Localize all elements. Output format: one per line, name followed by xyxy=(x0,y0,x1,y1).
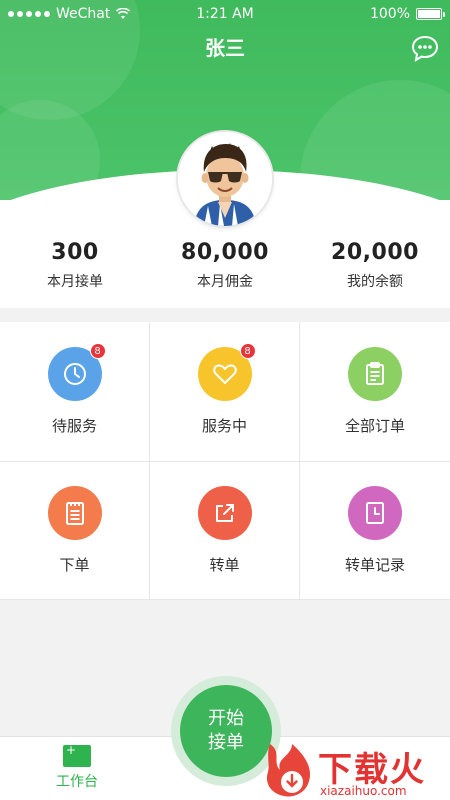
stat-label: 本月接单 xyxy=(47,274,103,290)
notepad-icon xyxy=(65,502,84,525)
start-button-line1: 开始 xyxy=(208,708,244,729)
watermark: 下载火 xiazaihuo.com xyxy=(262,740,450,800)
menu-item-place-order[interactable]: 下单 xyxy=(0,462,150,600)
menu-icon-circle xyxy=(348,347,402,401)
start-accept-button[interactable]: 开始 接单 xyxy=(180,685,272,777)
menu-icon-circle: 8 xyxy=(197,343,256,401)
notification-badge: 8 xyxy=(89,343,106,359)
signal-icon xyxy=(8,11,50,17)
stat-value: 80,000 xyxy=(181,240,269,265)
menu-item-label: 转单 xyxy=(209,556,240,574)
wifi-icon xyxy=(116,8,131,19)
clipboard-icon xyxy=(366,362,384,385)
battery-percent: 100% xyxy=(369,6,410,22)
menu-item-all-orders[interactable]: 全部订单 xyxy=(300,322,450,462)
avatar[interactable] xyxy=(178,132,272,226)
carrier-label: WeChat xyxy=(56,6,111,22)
battery-icon xyxy=(416,8,445,20)
stat-label: 我的余额 xyxy=(347,274,403,290)
menu-item-in-service[interactable]: 8 服务中 xyxy=(150,322,300,462)
menu-icon-circle xyxy=(348,486,402,540)
record-icon xyxy=(366,502,384,524)
clock-icon xyxy=(63,363,86,385)
menu-item-label: 服务中 xyxy=(201,417,247,435)
menu-item-label: 下单 xyxy=(59,556,90,574)
watermark-url: xiazaihuo.com xyxy=(320,784,407,798)
stat-value: 20,000 xyxy=(331,240,419,265)
menu-item-label: 转单记录 xyxy=(344,556,405,574)
chat-bubble-icon xyxy=(411,35,439,63)
menu-item-transfer-order[interactable]: 转单 xyxy=(150,462,300,600)
heart-icon xyxy=(212,364,237,384)
menu-item-label: 全部订单 xyxy=(344,417,405,435)
menu-item-pending-service[interactable]: 8 待服务 xyxy=(0,322,150,462)
stat-value: 300 xyxy=(51,240,99,265)
stat-balance[interactable]: 20,000 我的余额 xyxy=(300,200,450,308)
chat-button[interactable] xyxy=(410,34,440,64)
menu-grid: 8 待服务 8 服务中 全部订单 下单 转单 转单记录 xyxy=(0,322,450,600)
stat-label: 本月佣金 xyxy=(197,274,253,290)
page-title: 张三 xyxy=(205,36,245,60)
avatar-illustration xyxy=(178,132,272,226)
menu-icon-circle: 8 xyxy=(47,343,106,401)
share-icon xyxy=(215,504,234,522)
menu-item-label: 待服务 xyxy=(51,417,97,435)
flame-logo-icon xyxy=(266,744,311,797)
menu-item-transfer-record[interactable]: 转单记录 xyxy=(300,462,450,600)
menu-icon-circle xyxy=(197,486,252,540)
tab-workbench[interactable]: 工作台 xyxy=(54,743,100,791)
workbench-icon xyxy=(63,743,91,767)
tab-workbench-label: 工作台 xyxy=(56,774,98,790)
stat-monthly-orders[interactable]: 300 本月接单 xyxy=(0,200,150,308)
start-button-line2: 接单 xyxy=(208,732,244,753)
status-bar: WeChat 1:21 AM 100% xyxy=(0,0,450,28)
notification-badge: 8 xyxy=(239,343,256,359)
menu-icon-circle xyxy=(47,486,102,540)
